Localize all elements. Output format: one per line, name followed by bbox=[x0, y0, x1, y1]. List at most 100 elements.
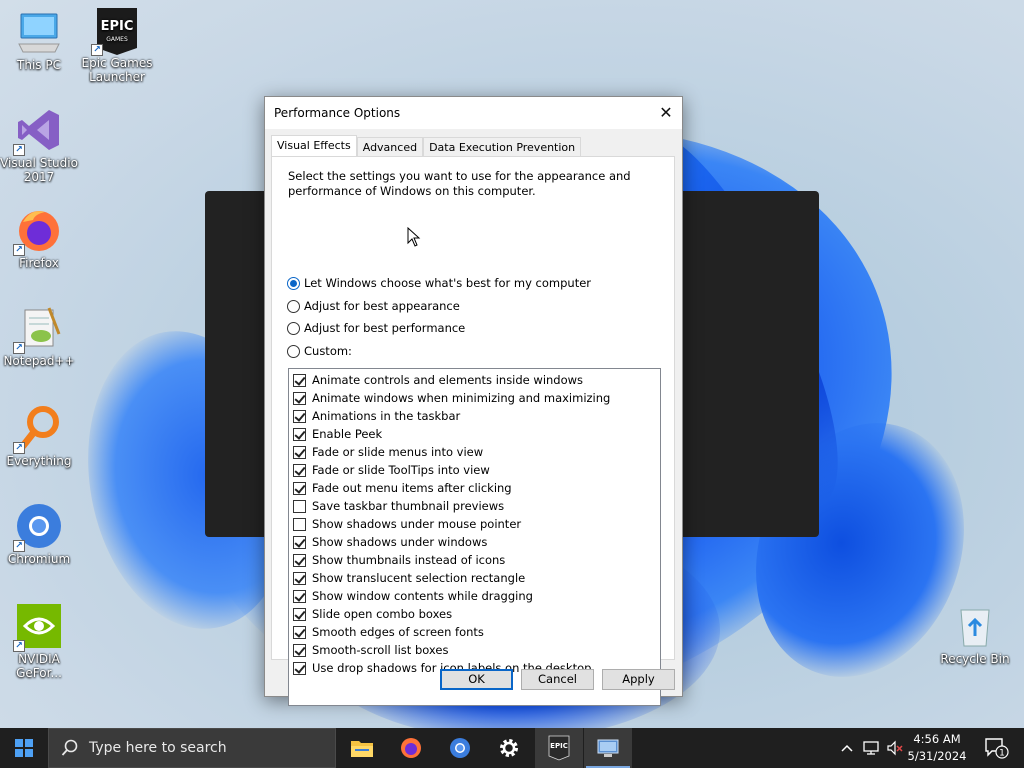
effect-checkbox-row[interactable]: Save taskbar thumbnail previews bbox=[289, 497, 660, 515]
checkbox[interactable] bbox=[293, 445, 306, 459]
checkbox[interactable] bbox=[293, 625, 306, 639]
effect-checkbox-row[interactable]: Show translucent selection rectangle bbox=[289, 569, 660, 587]
radio-button[interactable] bbox=[287, 344, 300, 358]
checkbox[interactable] bbox=[293, 661, 306, 675]
svg-text:EPIC: EPIC bbox=[550, 742, 568, 750]
tab-visual-effects[interactable]: Visual Effects bbox=[271, 135, 357, 157]
notification-count: 1 bbox=[999, 749, 1005, 759]
dialog-titlebar[interactable]: Performance Options bbox=[265, 97, 682, 129]
radio-button[interactable] bbox=[287, 299, 300, 313]
effect-checkbox-row[interactable]: Fade out menu items after clicking bbox=[289, 479, 660, 497]
checkbox[interactable] bbox=[293, 643, 306, 657]
effect-label: Enable Peek bbox=[312, 427, 383, 441]
desktop-icon-label: Everything bbox=[6, 454, 72, 468]
checkbox[interactable] bbox=[293, 409, 306, 423]
gear-icon bbox=[500, 739, 518, 757]
desktop-icon-firefox[interactable]: ↗ Firefox bbox=[0, 206, 78, 270]
taskbar-epic-games[interactable]: EPIC bbox=[535, 728, 583, 768]
taskbar-chromium[interactable] bbox=[436, 728, 484, 768]
windows-logo-icon bbox=[15, 739, 33, 757]
checkbox[interactable] bbox=[293, 517, 306, 531]
effect-checkbox-row[interactable]: Animate controls and elements inside win… bbox=[289, 371, 660, 389]
taskbar-search-box[interactable]: Type here to search bbox=[48, 728, 336, 768]
folder-icon bbox=[351, 741, 373, 757]
effect-checkbox-row[interactable]: Show window contents while dragging bbox=[289, 587, 660, 605]
radio-best-performance[interactable]: Adjust for best performance bbox=[287, 319, 465, 337]
effect-checkbox-row[interactable]: Smooth-scroll list boxes bbox=[289, 641, 660, 659]
notification-center-button[interactable]: 1 bbox=[976, 728, 1016, 768]
effect-checkbox-row[interactable]: Show shadows under windows bbox=[289, 533, 660, 551]
tray-volume-button[interactable] bbox=[884, 728, 906, 768]
shortcut-arrow-icon: ↗ bbox=[13, 640, 25, 652]
effect-checkbox-row[interactable]: Animate windows when minimizing and maxi… bbox=[289, 389, 660, 407]
radio-let-windows-choose[interactable]: Let Windows choose what's best for my co… bbox=[287, 274, 591, 292]
tab-bar: Visual Effects Advanced Data Execution P… bbox=[271, 135, 582, 157]
checkbox[interactable] bbox=[293, 571, 306, 585]
taskbar-clock[interactable]: 4:56 AM 5/31/2024 bbox=[905, 731, 969, 765]
nvidia-icon: ↗ bbox=[13, 602, 63, 652]
effect-checkbox-row[interactable]: Show shadows under mouse pointer bbox=[289, 515, 660, 533]
desktop-icon-epic-games[interactable]: EPIC GAMES ↗ Epic Games Launcher bbox=[78, 6, 156, 84]
desktop-icon-recycle-bin[interactable]: Recycle Bin bbox=[936, 602, 1014, 666]
effect-label: Show shadows under windows bbox=[312, 535, 488, 549]
desktop-icon-label: Notepad++ bbox=[3, 354, 75, 368]
checkbox[interactable] bbox=[293, 481, 306, 495]
radio-label: Let Windows choose what's best for my co… bbox=[304, 276, 592, 290]
radio-button[interactable] bbox=[287, 321, 300, 335]
chromium-icon: ↗ bbox=[13, 502, 63, 552]
visual-effects-panel: Select the settings you want to use for … bbox=[271, 156, 675, 706]
radio-button[interactable] bbox=[287, 276, 300, 290]
effect-label: Fade out menu items after clicking bbox=[312, 481, 512, 495]
tray-network-button[interactable] bbox=[860, 728, 882, 768]
epic-logo-text: EPIC bbox=[101, 19, 134, 34]
effect-checkbox-row[interactable]: Enable Peek bbox=[289, 425, 660, 443]
effect-checkbox-row[interactable]: Fade or slide ToolTips into view bbox=[289, 461, 660, 479]
tab-data-execution-prevention[interactable]: Data Execution Prevention bbox=[423, 137, 582, 157]
taskbar-settings[interactable] bbox=[485, 728, 533, 768]
performance-options-dialog: Performance Options ✕ Visual Effects Adv… bbox=[264, 96, 683, 706]
desktop-icon-notepad-plus-plus[interactable]: ↗ Notepad++ bbox=[0, 304, 78, 368]
effect-checkbox-row[interactable]: Animations in the taskbar bbox=[289, 407, 660, 425]
effect-checkbox-row[interactable]: Fade or slide menus into view bbox=[289, 443, 660, 461]
system-properties-icon bbox=[597, 739, 619, 757]
checkbox[interactable] bbox=[293, 553, 306, 567]
notepad-plus-plus-icon: ↗ bbox=[13, 304, 63, 354]
checkbox[interactable] bbox=[293, 373, 306, 387]
checkbox[interactable] bbox=[293, 499, 306, 513]
everything-search-icon: ↗ bbox=[13, 404, 63, 454]
effect-checkbox-row[interactable]: Slide open combo boxes bbox=[289, 605, 660, 623]
effect-label: Slide open combo boxes bbox=[312, 607, 453, 621]
checkbox[interactable] bbox=[293, 589, 306, 603]
ok-button[interactable]: OK bbox=[440, 669, 513, 690]
apply-button[interactable]: Apply bbox=[602, 669, 675, 690]
radio-custom[interactable]: Custom: bbox=[287, 342, 352, 360]
close-button[interactable]: ✕ bbox=[650, 97, 682, 127]
taskbar-system-properties[interactable] bbox=[584, 728, 632, 768]
recycle-bin-icon bbox=[951, 602, 999, 650]
desktop-icon-this-pc[interactable]: This PC bbox=[0, 8, 78, 72]
taskbar-firefox[interactable] bbox=[387, 728, 435, 768]
checkbox[interactable] bbox=[293, 427, 306, 441]
svg-text:GAMES: GAMES bbox=[106, 36, 128, 43]
checkbox[interactable] bbox=[293, 463, 306, 477]
desktop-icon-visual-studio[interactable]: ↗ Visual Studio 2017 bbox=[0, 106, 78, 184]
effect-checkbox-row[interactable]: Show thumbnails instead of icons bbox=[289, 551, 660, 569]
checkbox[interactable] bbox=[293, 607, 306, 621]
checkbox[interactable] bbox=[293, 535, 306, 549]
desktop-icon-chromium[interactable]: ↗ Chromium bbox=[0, 502, 78, 566]
volume-muted-icon bbox=[887, 740, 903, 756]
tab-advanced[interactable]: Advanced bbox=[356, 137, 424, 157]
desktop-icon-label: Epic Games Launcher bbox=[81, 56, 153, 84]
visual-effects-list[interactable]: Animate controls and elements inside win… bbox=[288, 368, 661, 706]
epic-games-icon: EPIC GAMES ↗ bbox=[91, 6, 141, 56]
start-button[interactable] bbox=[0, 728, 48, 768]
tray-show-hidden-button[interactable] bbox=[838, 728, 856, 768]
taskbar-file-explorer[interactable] bbox=[338, 728, 386, 768]
radio-best-appearance[interactable]: Adjust for best appearance bbox=[287, 297, 460, 315]
desktop-icon-nvidia[interactable]: ↗ NVIDIA GeFor... bbox=[0, 602, 78, 680]
cancel-button[interactable]: Cancel bbox=[521, 669, 594, 690]
effect-checkbox-row[interactable]: Smooth edges of screen fonts bbox=[289, 623, 660, 641]
desktop-icon-everything[interactable]: ↗ Everything bbox=[0, 404, 78, 468]
search-placeholder: Type here to search bbox=[89, 740, 227, 756]
checkbox[interactable] bbox=[293, 391, 306, 405]
